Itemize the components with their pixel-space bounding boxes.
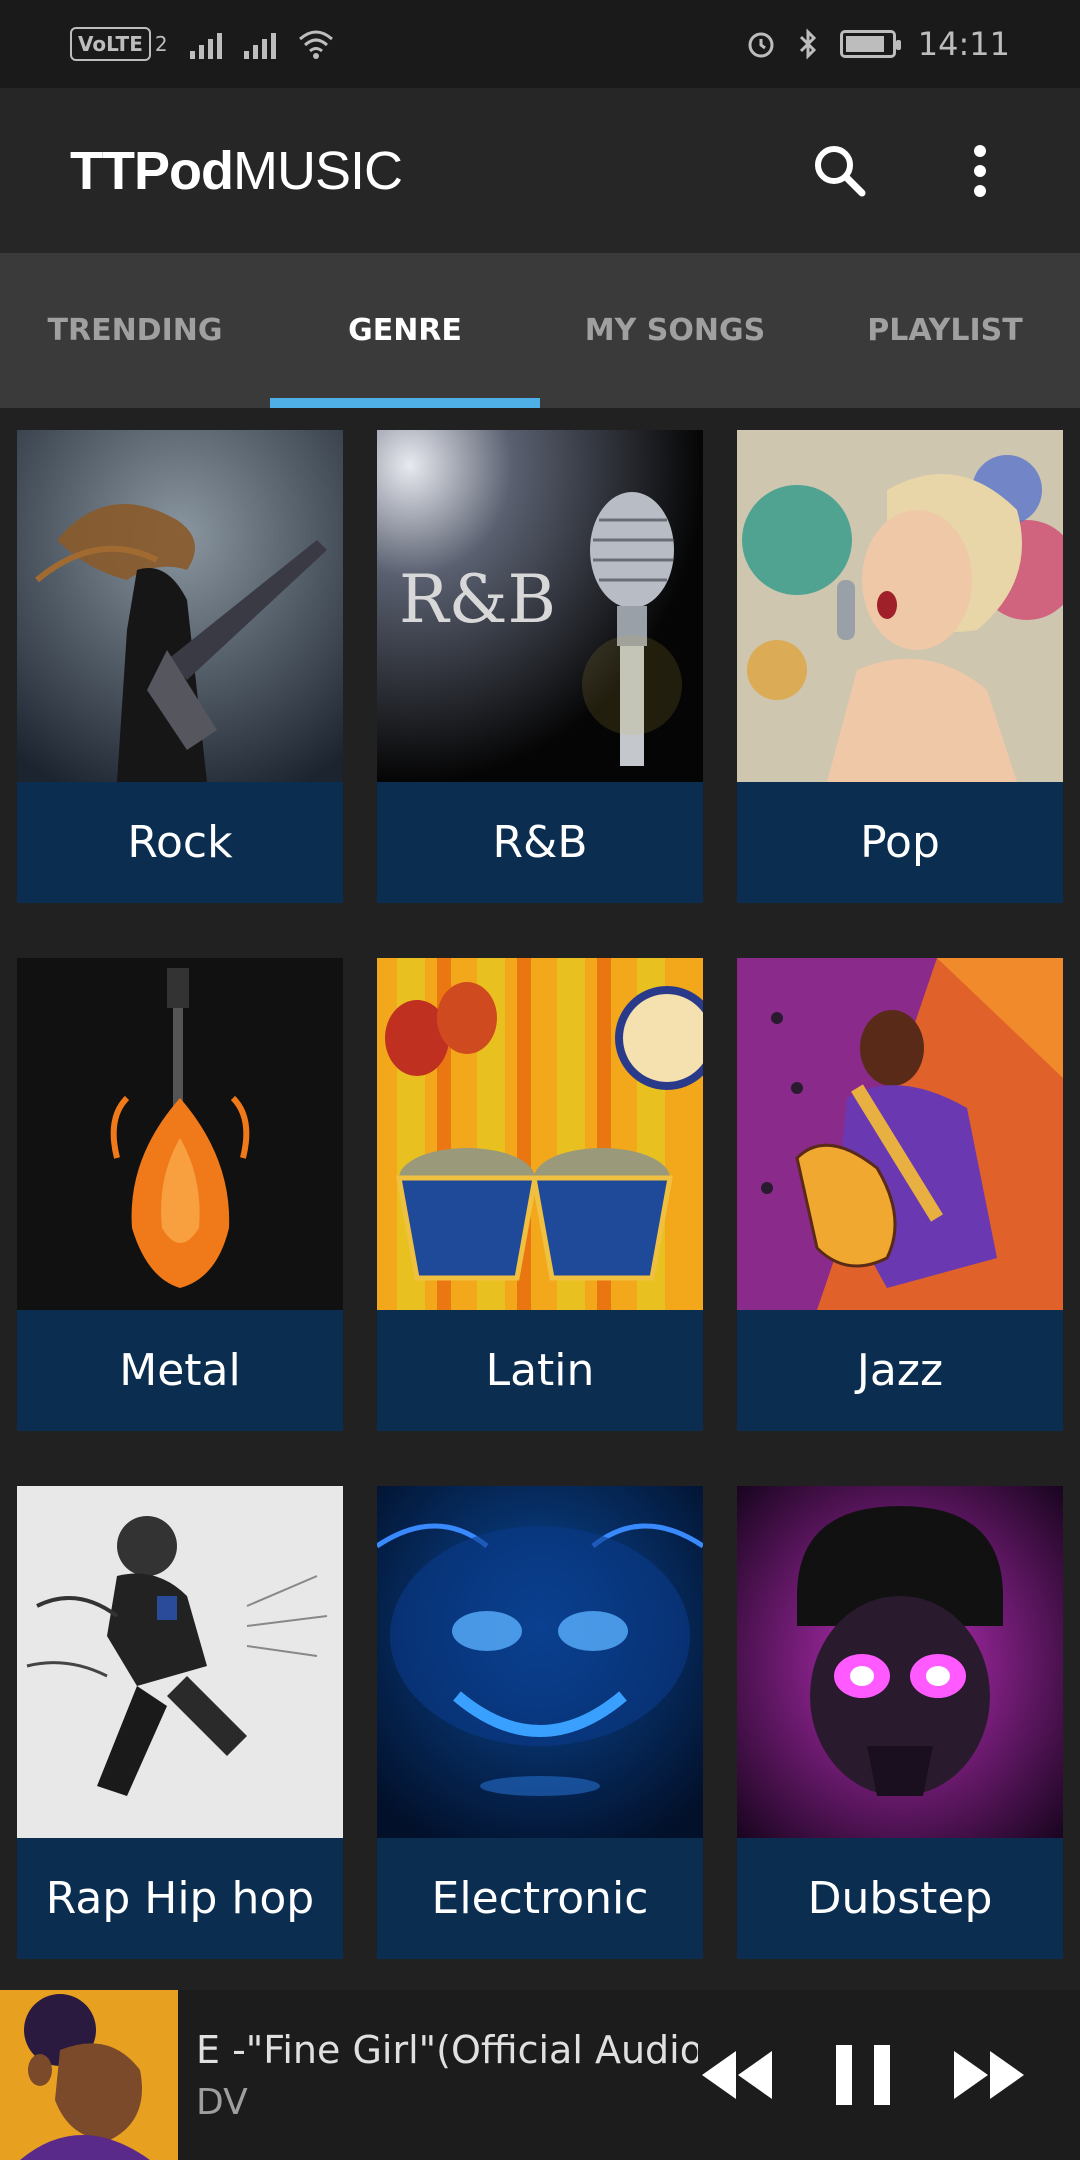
genre-card-pop[interactable]: Pop [737, 430, 1063, 903]
battery-icon [839, 30, 901, 58]
fast-forward-icon[interactable] [950, 2047, 1028, 2103]
more-vert-icon [974, 144, 986, 197]
rock-thumbnail [17, 430, 343, 782]
tab-playlist[interactable]: PLAYLIST [810, 253, 1080, 408]
genre-card-electronic[interactable]: Electronic [377, 1486, 703, 1959]
genre-label: Jazz [856, 1345, 944, 1396]
genre-card-latin[interactable]: Latin [377, 958, 703, 1431]
pause-icon[interactable] [834, 2043, 892, 2107]
dubstep-thumbnail [737, 1486, 1063, 1838]
search-icon [815, 145, 866, 196]
genre-label: Metal [119, 1345, 241, 1396]
pop-thumbnail [737, 430, 1063, 782]
tab-trending[interactable]: TRENDING [0, 253, 270, 408]
rap-hip-hop-thumbnail [17, 1486, 343, 1838]
album-art [0, 1990, 178, 2160]
genre-grid: Rock R&B R&B Pop Metal Latin Jazz Rap Hi… [17, 430, 1063, 1959]
genre-label: R&B [492, 817, 588, 868]
volte-icon: VoLTE [70, 27, 151, 61]
status-bar: VoLTE 2 14:11 [0, 0, 1080, 88]
status-left: VoLTE 2 [70, 27, 334, 61]
genre-card-rnb[interactable]: R&B R&B [377, 430, 703, 903]
signal-icon [189, 29, 222, 59]
genre-label: Dubstep [807, 1873, 993, 1924]
status-time: 14:11 [917, 25, 1010, 63]
logo-bold: TTPod [70, 140, 234, 201]
genre-card-dubstep[interactable]: Dubstep [737, 1486, 1063, 1959]
playback-controls [698, 2043, 1028, 2107]
wifi-icon [298, 30, 333, 59]
rewind-icon[interactable] [698, 2047, 776, 2103]
track-title: E -"Fine Girl"(Official Audio) [196, 2027, 698, 2072]
genre-card-jazz[interactable]: Jazz [737, 958, 1063, 1431]
genre-label: Pop [860, 817, 940, 868]
genre-label: Rock [127, 817, 233, 868]
search-button[interactable] [810, 141, 870, 201]
tab-bar: TRENDING GENRE MY SONGS PLAYLIST [0, 253, 1080, 408]
bluetooth-icon [799, 28, 816, 60]
genre-card-rap-hip-hop[interactable]: Rap Hip hop [17, 1486, 343, 1959]
tab-my-songs[interactable]: MY SONGS [540, 253, 810, 408]
alarm-icon [748, 32, 774, 58]
genre-label: Latin [485, 1345, 595, 1396]
app-logo: TTPodMUSIC [70, 140, 403, 202]
sim-slot-label: 2 [154, 32, 168, 56]
now-playing-info[interactable]: E -"Fine Girl"(Official Audio) DV [178, 2028, 698, 2123]
latin-thumbnail [377, 958, 703, 1310]
track-artist: DV [196, 2081, 248, 2123]
rnb-thumbnail: R&B [377, 430, 703, 782]
app-actions [810, 141, 1010, 201]
metal-thumbnail [17, 958, 343, 1310]
rnb-art-text: R&B [399, 561, 556, 638]
more-options-button[interactable] [950, 141, 1010, 201]
genre-card-rock[interactable]: Rock [17, 430, 343, 903]
electronic-thumbnail [377, 1486, 703, 1838]
status-right: 14:11 [746, 25, 1010, 63]
mini-player[interactable]: E -"Fine Girl"(Official Audio) DV [0, 1990, 1080, 2160]
tab-genre[interactable]: GENRE [270, 253, 540, 408]
genre-card-metal[interactable]: Metal [17, 958, 343, 1431]
signal-icon-2 [243, 29, 276, 59]
genre-label: Rap Hip hop [45, 1873, 315, 1924]
genre-label: Electronic [431, 1873, 649, 1924]
logo-light: MUSIC [232, 140, 403, 201]
app-bar: TTPodMUSIC [0, 88, 1080, 253]
jazz-thumbnail [737, 958, 1063, 1310]
